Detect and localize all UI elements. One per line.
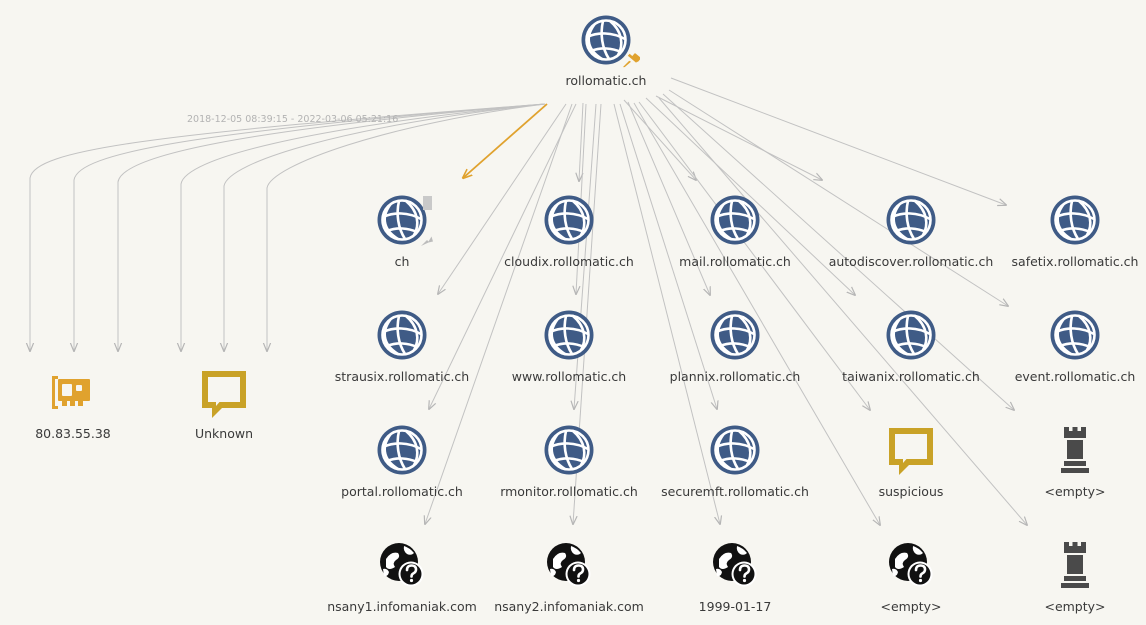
- graph-edge: [118, 103, 546, 351]
- pin-outline-icon: [421, 236, 433, 246]
- graph-edge: [181, 103, 546, 351]
- graph-node-ch[interactable]: ch: [377, 195, 434, 270]
- domain-globe-icon: [377, 425, 427, 475]
- domain-globe-icon: [544, 310, 594, 360]
- domain-globe-icon: [710, 310, 760, 360]
- domain-globe-icon: [886, 310, 936, 360]
- node-label: <empty>: [1044, 484, 1105, 499]
- graph-node-strausix-rollomatic-ch[interactable]: strausix.rollomatic.ch: [335, 310, 469, 385]
- node-label: cloudix.rollomatic.ch: [504, 254, 634, 269]
- graph-edge: [655, 95, 822, 180]
- graph-node-nsany1-infomaniak-com[interactable]: nsany1.infomaniak.com: [327, 541, 477, 614]
- comment-icon: [202, 371, 246, 418]
- graph-node-suspicious[interactable]: suspicious: [879, 428, 944, 499]
- node-label: 1999-01-17: [699, 599, 772, 614]
- node-label: <empty>: [880, 599, 941, 614]
- graph-node-autodiscover-rollomatic-ch[interactable]: autodiscover.rollomatic.ch: [829, 195, 994, 270]
- edge-layer: [30, 77, 1027, 525]
- root-node[interactable]: rollomatic.ch: [566, 15, 647, 89]
- node-label: mail.rollomatic.ch: [679, 254, 791, 269]
- node-label: ch: [395, 254, 410, 269]
- node-label: Unknown: [195, 426, 253, 441]
- node-label: nsany2.infomaniak.com: [494, 599, 644, 614]
- graph-edge: [613, 103, 720, 524]
- graph-node-rmonitor-rollomatic-ch[interactable]: rmonitor.rollomatic.ch: [500, 425, 638, 500]
- comment-icon: [889, 428, 933, 475]
- graph-node-empty[interactable]: <empty>: [1044, 427, 1106, 499]
- graph-node-empty[interactable]: <empty>: [1044, 542, 1106, 614]
- graph-edge: [670, 77, 1006, 205]
- rook-icon: [1061, 427, 1089, 473]
- node-label: rmonitor.rollomatic.ch: [500, 484, 638, 499]
- graph-node-event-rollomatic-ch[interactable]: event.rollomatic.ch: [1015, 310, 1136, 385]
- domain-globe-icon: [544, 195, 594, 245]
- link-graph[interactable]: 2018-12-05 08:39:15 - 2022-03-06 05:21:1…: [0, 0, 1146, 625]
- domain-globe-icon: [1050, 195, 1100, 245]
- graph-node-1999-01-17[interactable]: 1999-01-17: [699, 541, 772, 614]
- domain-globe-icon: [377, 195, 427, 245]
- unknown-globe-icon: [711, 541, 758, 588]
- pin-icon: [622, 52, 640, 68]
- node-label: nsany1.infomaniak.com: [327, 599, 477, 614]
- graph-node-cloudix-rollomatic-ch[interactable]: cloudix.rollomatic.ch: [504, 195, 634, 270]
- node-label: 80.83.55.38: [35, 426, 111, 441]
- domain-globe-icon: [1050, 310, 1100, 360]
- node-label: rollomatic.ch: [566, 73, 647, 88]
- graph-node-securemft-rollomatic-ch[interactable]: securemft.rollomatic.ch: [661, 425, 809, 500]
- graph-edge: [633, 102, 880, 525]
- node-label: www.rollomatic.ch: [512, 369, 626, 384]
- edge-timespan-label: 2018-12-05 08:39:15 - 2022-03-06 05:21:1…: [187, 114, 398, 125]
- domain-globe-icon: [710, 195, 760, 245]
- graph-node-unknown[interactable]: Unknown: [195, 371, 253, 441]
- node-label: safetix.rollomatic.ch: [1012, 254, 1139, 269]
- unknown-globe-icon: [545, 541, 592, 588]
- domain-globe-icon: [710, 425, 760, 475]
- node-label: plannix.rollomatic.ch: [670, 369, 801, 384]
- highlighted-graph-edge: [463, 103, 548, 178]
- node-label: securemft.rollomatic.ch: [661, 484, 809, 499]
- node-label: taiwanix.rollomatic.ch: [842, 369, 980, 384]
- node-label: autodiscover.rollomatic.ch: [829, 254, 994, 269]
- graph-edge: [30, 103, 546, 351]
- domain-globe-icon: [581, 15, 631, 65]
- node-label: <empty>: [1044, 599, 1105, 614]
- node-label: strausix.rollomatic.ch: [335, 369, 469, 384]
- unknown-globe-icon: [378, 541, 425, 588]
- group-badge-icon: [423, 196, 432, 210]
- node-label: event.rollomatic.ch: [1015, 369, 1136, 384]
- network-card-icon: [52, 376, 90, 409]
- unknown-globe-icon: [887, 541, 934, 588]
- graph-node-nsany2-infomaniak-com[interactable]: nsany2.infomaniak.com: [494, 541, 644, 614]
- graph-node-80-83-55-38[interactable]: 80.83.55.38: [35, 376, 111, 441]
- node-label: portal.rollomatic.ch: [341, 484, 463, 499]
- graph-node-empty[interactable]: <empty>: [880, 541, 942, 614]
- graph-node-www-rollomatic-ch[interactable]: www.rollomatic.ch: [512, 310, 626, 385]
- graph-node-portal-rollomatic-ch[interactable]: portal.rollomatic.ch: [341, 425, 463, 500]
- node-label: suspicious: [879, 484, 944, 499]
- domain-globe-icon: [377, 310, 427, 360]
- graph-node-taiwanix-rollomatic-ch[interactable]: taiwanix.rollomatic.ch: [842, 310, 980, 385]
- graph-edge: [623, 99, 696, 180]
- graph-node-safetix-rollomatic-ch[interactable]: safetix.rollomatic.ch: [1012, 195, 1139, 270]
- domain-globe-icon: [886, 195, 936, 245]
- graph-edge: [668, 89, 1008, 306]
- domain-globe-icon: [544, 425, 594, 475]
- rook-icon: [1061, 542, 1089, 588]
